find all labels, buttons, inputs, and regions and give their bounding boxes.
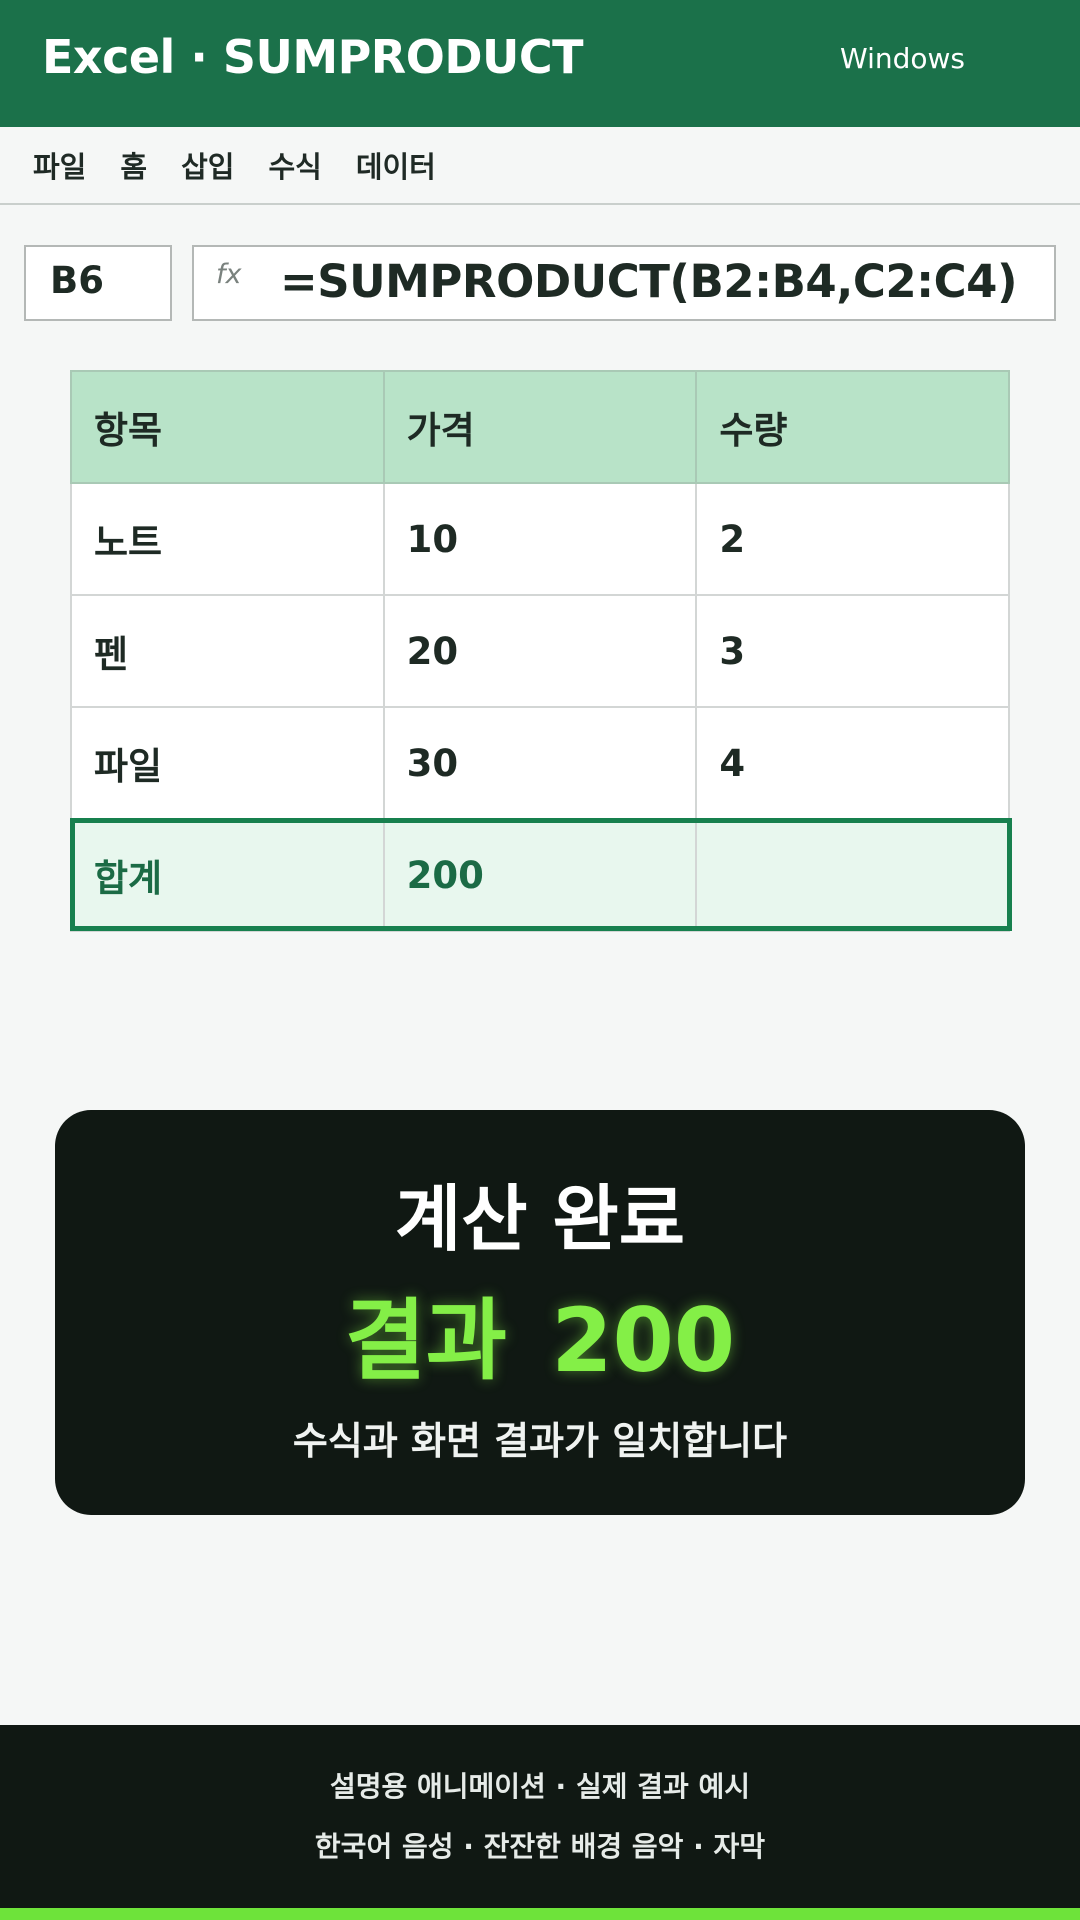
menu-insert[interactable]: 삽입 (181, 144, 234, 186)
worksheet-table: 항목 가격 수량 노트 10 2 펜 20 3 파일 30 4 합계 200 (70, 370, 1010, 932)
platform-label: Windows (840, 42, 965, 75)
result-title: 계산 완료 (394, 1177, 686, 1261)
formula-bar[interactable]: fx =SUMPRODUCT(B2:B4,C2:C4) (192, 245, 1056, 321)
cell[interactable]: 펜 (70, 594, 385, 708)
menu-bar: 파일 홈 삽입 수식 데이터 (0, 127, 1080, 205)
cell[interactable]: 노트 (70, 482, 385, 596)
total-value-cell[interactable]: 200 (382, 818, 698, 932)
header-cell-quantity[interactable]: 수량 (695, 370, 1010, 484)
fx-icon[interactable]: fx (216, 259, 241, 290)
cell-reference: B6 (50, 259, 104, 302)
header-cell-item[interactable]: 항목 (70, 370, 385, 484)
cell[interactable]: 파일 (70, 706, 385, 820)
cell[interactable]: 20 (382, 594, 698, 708)
table-row: 펜 20 3 (70, 594, 1010, 708)
menu-file[interactable]: 파일 (33, 144, 86, 186)
app-title: Excel · SUMPRODUCT (42, 30, 584, 84)
result-card: 계산 완료 결과 200 수식과 화면 결과가 일치합니다 (55, 1110, 1025, 1515)
cell[interactable]: 30 (382, 706, 698, 820)
footer-caption: 설명용 애니메이션 · 실제 결과 예시 (329, 1770, 751, 1803)
total-empty-cell[interactable] (695, 818, 1010, 932)
total-row: 합계 200 (70, 818, 1010, 932)
menu-home[interactable]: 홈 (120, 144, 147, 186)
footer-credits: 한국어 음성 · 잔잔한 배경 음악 · 자막 (314, 1830, 766, 1863)
total-label-cell[interactable]: 합계 (70, 818, 385, 932)
result-note: 수식과 화면 결과가 일치합니다 (292, 1419, 788, 1463)
header-cell-price[interactable]: 가격 (382, 370, 698, 484)
menu-formulas[interactable]: 수식 (268, 144, 321, 186)
header-row: 항목 가격 수량 (70, 370, 1010, 484)
title-bar: Excel · SUMPRODUCT Windows (0, 0, 1080, 127)
footer: 설명용 애니메이션 · 실제 결과 예시 한국어 음성 · 잔잔한 배경 음악 … (0, 1725, 1080, 1920)
cell[interactable]: 3 (695, 594, 1010, 708)
table-row: 노트 10 2 (70, 482, 1010, 596)
menu-data[interactable]: 데이터 (356, 144, 436, 186)
name-box[interactable]: B6 (24, 245, 172, 321)
cell[interactable]: 4 (695, 706, 1010, 820)
accent-strip (0, 1908, 1080, 1920)
table-row: 파일 30 4 (70, 706, 1010, 820)
formula-text: =SUMPRODUCT(B2:B4,C2:C4) (280, 255, 1018, 308)
cell[interactable]: 10 (382, 482, 698, 596)
cell[interactable]: 2 (695, 482, 1010, 596)
result-value: 결과 200 (344, 1289, 736, 1392)
